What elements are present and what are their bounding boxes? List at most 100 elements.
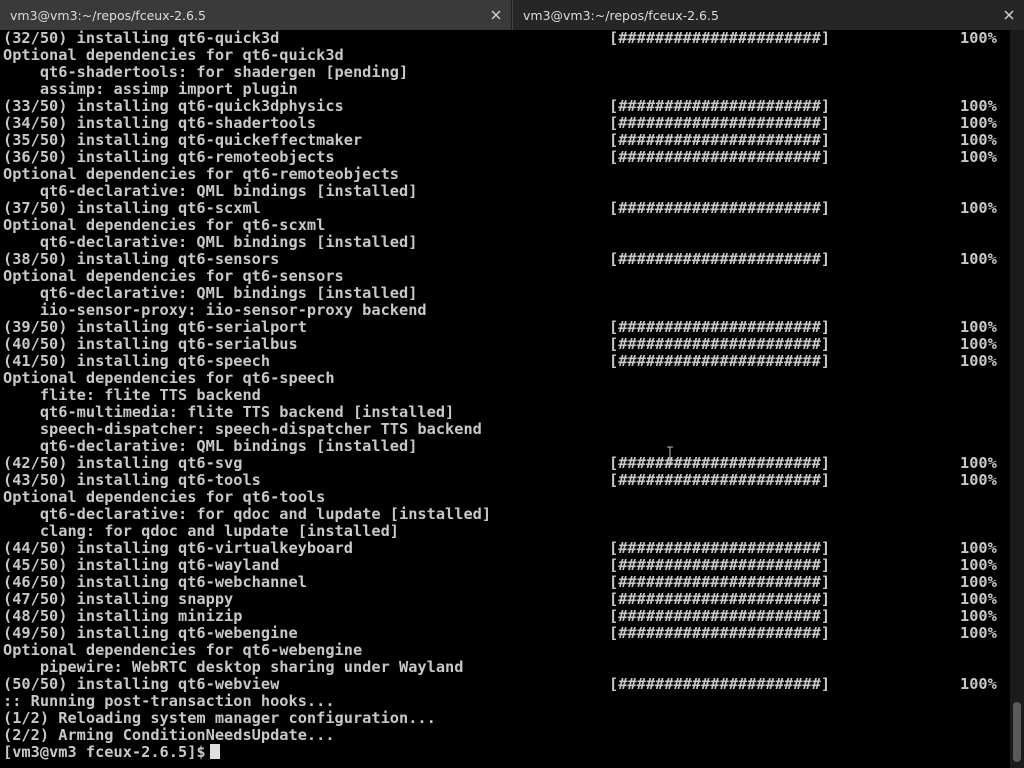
progress-percent: 100% (960, 352, 997, 370)
terminal-line: (34/50) installing qt6-shadertools [#####… (3, 115, 1010, 132)
close-icon[interactable] (489, 8, 503, 22)
line-text: (35/50) installing qt6-quickeffectmaker (3, 131, 363, 149)
progress-percent: 100% (960, 199, 997, 217)
progress-bar-text: [######################] (609, 675, 831, 693)
line-text: qt6-shadertools: for shadergen [pending] (3, 63, 409, 81)
line-text: pipewire: WebRTC desktop sharing under W… (3, 658, 464, 676)
terminal-line: qt6-declarative: QML bindings [installed… (3, 285, 1010, 302)
terminal-line: (40/50) installing qt6-serialbus [#######… (3, 336, 1010, 353)
tab-bar: vm3@vm3:~/repos/fceux-2.6.5 vm3@vm3:~/re… (0, 0, 1024, 30)
progress-percent: 100% (960, 675, 997, 693)
terminal-output[interactable]: (32/50) installing qt6-quick3d [#########… (0, 30, 1010, 768)
terminal-line: iio-sensor-proxy: iio-sensor-proxy backe… (3, 302, 1010, 319)
terminal-line: (1/2) Reloading system manager configura… (3, 710, 1010, 727)
terminal-line: Optional dependencies for qt6-scxml (3, 217, 1010, 234)
terminal-line: (48/50) installing minizip [#############… (3, 608, 1010, 625)
terminal-line: (44/50) installing qt6-virtualkeyboard [#… (3, 540, 1010, 557)
line-text: (43/50) installing qt6-tools (3, 471, 261, 489)
line-text: speech-dispatcher: speech-dispatcher TTS… (3, 420, 482, 438)
terminal-line: Optional dependencies for qt6-tools (3, 489, 1010, 506)
line-text: (44/50) installing qt6-virtualkeyboard (3, 539, 353, 557)
progress-percent: 100% (960, 250, 997, 268)
terminal-line: (46/50) installing qt6-webchannel [######… (3, 574, 1010, 591)
line-text: Optional dependencies for qt6-quick3d (3, 46, 344, 64)
terminal-line: (41/50) installing qt6-speech [##########… (3, 353, 1010, 370)
terminal-line: flite: flite TTS backend (3, 387, 1010, 404)
tab-terminal-1[interactable]: vm3@vm3:~/repos/fceux-2.6.5 (0, 0, 512, 30)
progress-bar-text: [######################] (609, 114, 831, 132)
line-text: assimp: assimp import plugin (3, 80, 298, 98)
progress-percent: 100% (960, 335, 997, 353)
progress-bar-text: [######################] (609, 250, 831, 268)
terminal-line: (43/50) installing qt6-tools [###########… (3, 472, 1010, 489)
progress-percent: 100% (960, 539, 997, 557)
line-text: :: Running post-transaction hooks... (3, 692, 335, 710)
tab-title: vm3@vm3:~/repos/fceux-2.6.5 (10, 7, 206, 23)
terminal-line: qt6-shadertools: for shadergen [pending] (3, 64, 1010, 81)
terminal-line: Optional dependencies for qt6-quick3d (3, 47, 1010, 64)
terminal-line: (33/50) installing qt6-quick3dphysics [##… (3, 98, 1010, 115)
terminal-line: qt6-multimedia: flite TTS backend [insta… (3, 404, 1010, 421)
terminal-line: Optional dependencies for qt6-webengine (3, 642, 1010, 659)
progress-percent: 100% (960, 97, 997, 115)
terminal-line: qt6-declarative: QML bindings [installed… (3, 234, 1010, 251)
text-cursor-icon (667, 446, 673, 464)
progress-bar-text: [######################] (609, 318, 831, 336)
terminal-line: (49/50) installing qt6-webengine [#######… (3, 625, 1010, 642)
terminal-line: (42/50) installing qt6-svg [#############… (3, 455, 1010, 472)
tab-title: vm3@vm3:~/repos/fceux-2.6.5 (523, 7, 719, 23)
progress-bar-text: [######################] (609, 539, 831, 557)
terminal-line: (50/50) installing qt6-webview [#########… (3, 676, 1010, 693)
progress-percent: 100% (960, 454, 997, 472)
progress-bar-text: [######################] (609, 607, 831, 625)
terminal-line: (45/50) installing qt6-wayland [#########… (3, 557, 1010, 574)
line-text: Optional dependencies for qt6-remoteobje… (3, 165, 400, 183)
line-text: (2/2) Arming ConditionNeedsUpdate... (3, 726, 335, 744)
progress-percent: 100% (960, 573, 997, 591)
line-text: (50/50) installing qt6-webview (3, 675, 280, 693)
line-text: (34/50) installing qt6-shadertools (3, 114, 317, 132)
line-text: (33/50) installing qt6-quick3dphysics (3, 97, 344, 115)
progress-percent: 100% (960, 590, 997, 608)
scrollbar-thumb[interactable] (1013, 702, 1021, 762)
tab-terminal-2[interactable]: vm3@vm3:~/repos/fceux-2.6.5 (512, 0, 1024, 30)
progress-percent: 100% (960, 471, 997, 489)
terminal-line: Optional dependencies for qt6-speech (3, 370, 1010, 387)
progress-percent: 100% (960, 30, 997, 47)
terminal-line: (35/50) installing qt6-quickeffectmaker [… (3, 132, 1010, 149)
line-text: (37/50) installing qt6-scxml (3, 199, 261, 217)
terminal-line: (47/50) installing snappy [##############… (3, 591, 1010, 608)
terminal-line: (37/50) installing qt6-scxml [###########… (3, 200, 1010, 217)
terminal-line: Optional dependencies for qt6-remoteobje… (3, 166, 1010, 183)
progress-bar-text: [######################] (609, 131, 831, 149)
progress-bar-text: [######################] (609, 556, 831, 574)
prompt-line[interactable]: [vm3@vm3 fceux-2.6.5]$ (3, 744, 1010, 761)
terminal-line: qt6-declarative: QML bindings [installed… (3, 438, 1010, 455)
vertical-scrollbar[interactable] (1010, 30, 1024, 768)
line-text: qt6-multimedia: flite TTS backend [insta… (3, 403, 455, 421)
progress-bar-text: [######################] (609, 454, 831, 472)
line-text: (49/50) installing qt6-webengine (3, 624, 298, 642)
line-text: (45/50) installing qt6-wayland (3, 556, 280, 574)
terminal-line: clang: for qdoc and lupdate [installed] (3, 523, 1010, 540)
terminal-line: qt6-declarative: QML bindings [installed… (3, 183, 1010, 200)
terminal-line: (36/50) installing qt6-remoteobjects [###… (3, 149, 1010, 166)
line-text: qt6-declarative: QML bindings [installed… (3, 182, 418, 200)
progress-bar-text: [######################] (609, 30, 831, 47)
shell-prompt: [vm3@vm3 fceux-2.6.5]$ (3, 743, 206, 761)
terminal-line: (2/2) Arming ConditionNeedsUpdate... (3, 727, 1010, 744)
line-text: (41/50) installing qt6-speech (3, 352, 271, 370)
terminal-line: pipewire: WebRTC desktop sharing under W… (3, 659, 1010, 676)
close-icon[interactable] (1002, 8, 1016, 22)
line-text: clang: for qdoc and lupdate [installed] (3, 522, 400, 540)
terminal-cursor (209, 744, 220, 759)
progress-bar-text: [######################] (609, 148, 831, 166)
line-text: Optional dependencies for qt6-webengine (3, 641, 363, 659)
line-text: (46/50) installing qt6-webchannel (3, 573, 307, 591)
line-text: Optional dependencies for qt6-sensors (3, 267, 344, 285)
terminal-line: Optional dependencies for qt6-sensors (3, 268, 1010, 285)
line-text: (32/50) installing qt6-quick3d (3, 30, 280, 47)
line-text: qt6-declarative: for qdoc and lupdate [i… (3, 505, 492, 523)
line-text: (40/50) installing qt6-serialbus (3, 335, 298, 353)
progress-bar-text: [######################] (609, 590, 831, 608)
